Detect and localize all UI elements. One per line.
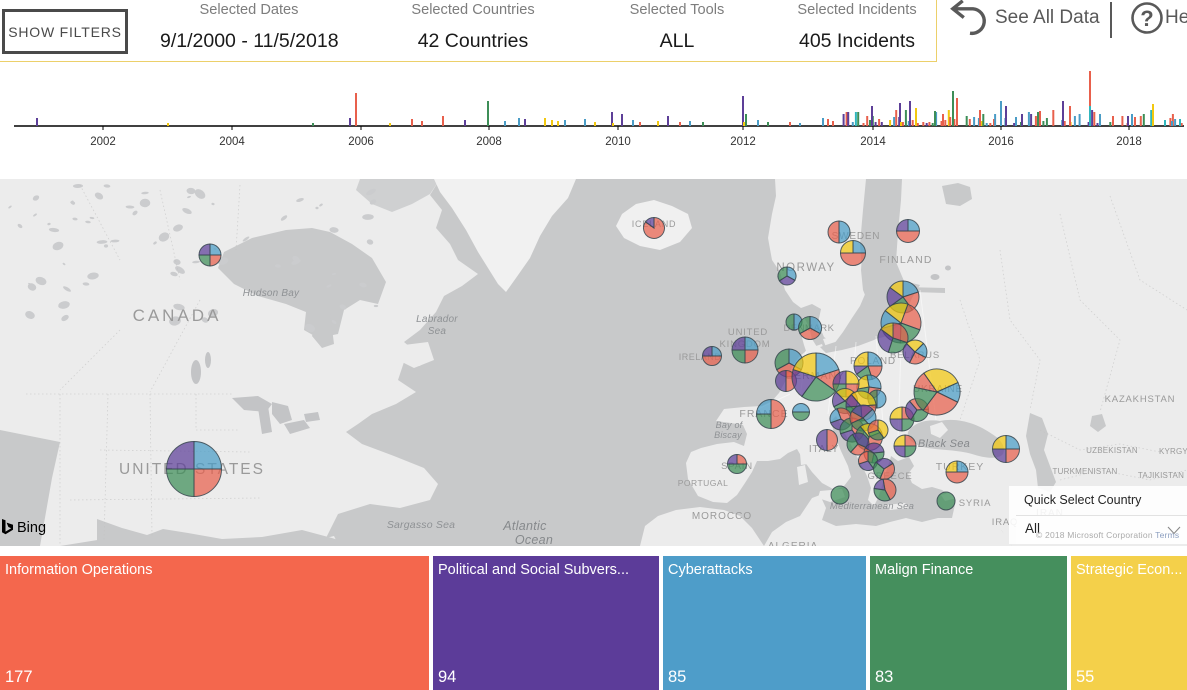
svg-text:2010: 2010 — [605, 136, 631, 148]
svg-text:2012: 2012 — [730, 136, 756, 148]
svg-text:?: ? — [1140, 6, 1153, 31]
svg-text:Labrador: Labrador — [416, 314, 458, 325]
svg-text:UNITED: UNITED — [728, 327, 768, 338]
svg-text:FINLAND: FINLAND — [879, 254, 932, 266]
svg-text:2006: 2006 — [348, 136, 374, 148]
svg-text:ALGERIA: ALGERIA — [768, 541, 818, 546]
svg-text:2004: 2004 — [219, 136, 245, 148]
svg-text:2016: 2016 — [988, 136, 1014, 148]
svg-text:Sea: Sea — [428, 326, 447, 337]
svg-text:2014: 2014 — [860, 136, 886, 148]
svg-text:Atlantic: Atlantic — [502, 519, 547, 533]
svg-text:2008: 2008 — [476, 136, 502, 148]
svg-text:Black Sea: Black Sea — [918, 438, 970, 450]
svg-text:2002: 2002 — [90, 136, 116, 148]
svg-text:Sargasso Sea: Sargasso Sea — [387, 519, 455, 531]
svg-text:TURKMENISTAN: TURKMENISTAN — [1053, 467, 1118, 476]
svg-text:CANADA: CANADA — [133, 306, 222, 325]
svg-text:UZBEKISTAN: UZBEKISTAN — [1086, 446, 1138, 455]
svg-text:PORTUGAL: PORTUGAL — [678, 478, 729, 488]
svg-text:KAZAKHSTAN: KAZAKHSTAN — [1105, 394, 1176, 405]
svg-text:KYRGYZ: KYRGYZ — [1159, 447, 1187, 456]
svg-text:Hudson Bay: Hudson Bay — [243, 288, 300, 299]
svg-text:MOROCCO: MOROCCO — [692, 511, 752, 522]
svg-text:2018: 2018 — [1116, 136, 1142, 148]
svg-text:TAJIKISTAN: TAJIKISTAN — [1138, 471, 1184, 480]
svg-text:SYRIA: SYRIA — [959, 498, 992, 509]
svg-text:Ocean: Ocean — [515, 533, 553, 546]
svg-text:Bay of: Bay of — [716, 420, 744, 430]
svg-text:Biscay: Biscay — [714, 430, 742, 440]
